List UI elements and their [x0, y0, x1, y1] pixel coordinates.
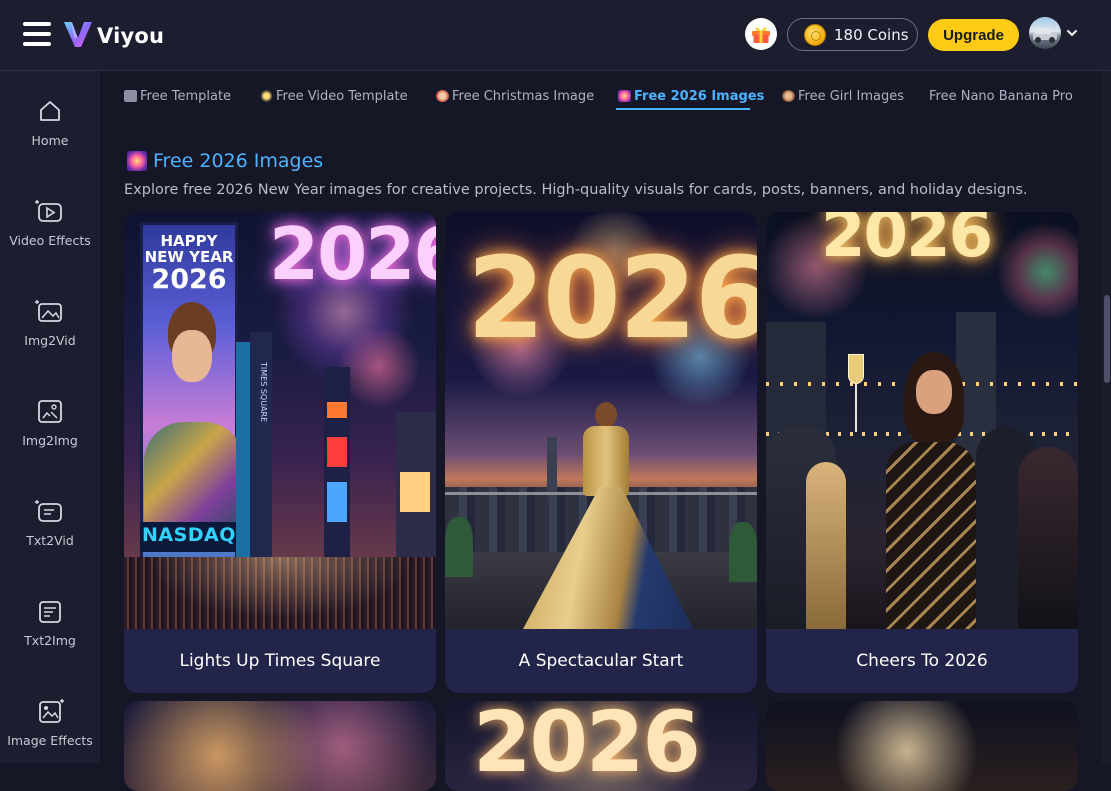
section-title: Free 2026 Images: [127, 150, 323, 172]
img2img-icon: [38, 400, 62, 423]
card-image-cheers: 2026: [766, 212, 1078, 629]
image-card[interactable]: 2026: [445, 701, 757, 791]
sidebar-item-txt2img[interactable]: Txt2Img: [0, 598, 100, 678]
card-image-fireworks: [124, 701, 436, 791]
image-card[interactable]: 2026 HAPPY NEW YEAR 2026 NASDAQ TIMES SQ…: [124, 212, 436, 693]
sidebar-item-label: Txt2Vid: [26, 533, 74, 548]
sidebar-item-img2img[interactable]: Img2Img: [0, 398, 100, 478]
tab-free-girl-images[interactable]: Free Girl Images: [782, 82, 904, 110]
active-tab-indicator: [616, 108, 750, 110]
image-card[interactable]: [124, 701, 436, 791]
image-card[interactable]: 2026 Cheers To 2026: [766, 212, 1078, 693]
fireworks-icon: [127, 151, 147, 171]
scrollbar-track[interactable]: [1101, 71, 1111, 763]
coins-balance[interactable]: 180 Coins: [787, 18, 918, 51]
card-caption: A Spectacular Start: [445, 629, 757, 693]
section-description: Explore free 2026 New Year images for cr…: [124, 182, 1028, 198]
tab-free-template[interactable]: Free Template: [124, 82, 231, 110]
card-image-times-square: 2026 HAPPY NEW YEAR 2026 NASDAQ TIMES SQ…: [124, 212, 436, 629]
txt2img-icon: [39, 601, 61, 623]
tab-free-nano-banana-pro[interactable]: Free Nano Banana Pro: [929, 82, 1073, 110]
scrollbar-thumb[interactable]: [1104, 295, 1110, 383]
gift-button[interactable]: [745, 18, 777, 50]
card-caption: Lights Up Times Square: [124, 629, 436, 693]
home-icon: [40, 101, 60, 121]
sidebar-item-label: Img2Vid: [24, 333, 76, 348]
gift-icon: [752, 27, 770, 43]
sidebar-item-video-effects[interactable]: Video Effects: [0, 198, 100, 278]
menu-icon[interactable]: [23, 22, 51, 48]
girl-icon: [782, 90, 795, 102]
txt2vid-icon: [35, 500, 62, 522]
card-image-sparkler: [766, 701, 1078, 791]
card-caption: Cheers To 2026: [766, 629, 1078, 693]
sidebar-item-image-effects[interactable]: Image Effects: [0, 698, 100, 778]
sidebar-item-label: Video Effects: [9, 233, 91, 248]
category-tabs: Free Template Free Video Template Free C…: [124, 82, 1084, 112]
sidebar: Home Video Effects Img2Vid Img2Img Txt2V…: [0, 71, 100, 763]
sidebar-item-img2vid[interactable]: Img2Vid: [0, 298, 100, 378]
template-icon: [124, 90, 137, 102]
video-effects-icon: [35, 200, 62, 222]
sky-number-2026: 2026: [269, 212, 436, 296]
vertical-sign: TIMES SQUARE: [259, 362, 268, 423]
billboard-line: 2026: [151, 263, 227, 295]
sidebar-item-label: Home: [31, 133, 69, 148]
tab-free-video-template[interactable]: Free Video Template: [260, 82, 408, 110]
coins-label: 180 Coins: [834, 25, 909, 44]
viyou-logo-icon[interactable]: [62, 18, 94, 50]
coin-icon: [804, 23, 826, 46]
tab-free-christmas-image[interactable]: Free Christmas Image: [436, 82, 594, 110]
chevron-down-icon[interactable]: [1066, 28, 1078, 38]
sky-number-2026: 2026: [821, 212, 993, 272]
sky-number-2026: 2026: [473, 701, 701, 791]
sidebar-item-label: Img2Img: [22, 433, 78, 448]
sidebar-item-home[interactable]: Home: [0, 98, 100, 178]
sidebar-item-label: Image Effects: [7, 733, 93, 748]
upgrade-button[interactable]: Upgrade: [928, 19, 1019, 51]
fireworks-icon: [618, 90, 631, 102]
sky-number-2026: 2026: [467, 234, 757, 364]
sparkle-icon: [260, 90, 273, 102]
brand-name[interactable]: Viyou: [97, 24, 164, 48]
image-card[interactable]: [766, 701, 1078, 791]
top-header: Viyou 180 Coins Upgrade: [0, 0, 1111, 71]
tab-free-2026-images[interactable]: Free 2026 Images: [618, 82, 764, 110]
christmas-icon: [436, 90, 449, 102]
image-effects-icon: [39, 699, 64, 723]
img2vid-icon: [35, 300, 62, 322]
image-card[interactable]: 2026 A Spectacular Start: [445, 212, 757, 693]
sidebar-item-label: Txt2Img: [24, 633, 76, 648]
card-image-spectacular-start: 2026: [445, 212, 757, 629]
sidebar-item-txt2vid[interactable]: Txt2Vid: [0, 498, 100, 578]
avatar[interactable]: [1029, 17, 1061, 49]
ticker-sign: NASDAQ: [142, 524, 236, 546]
